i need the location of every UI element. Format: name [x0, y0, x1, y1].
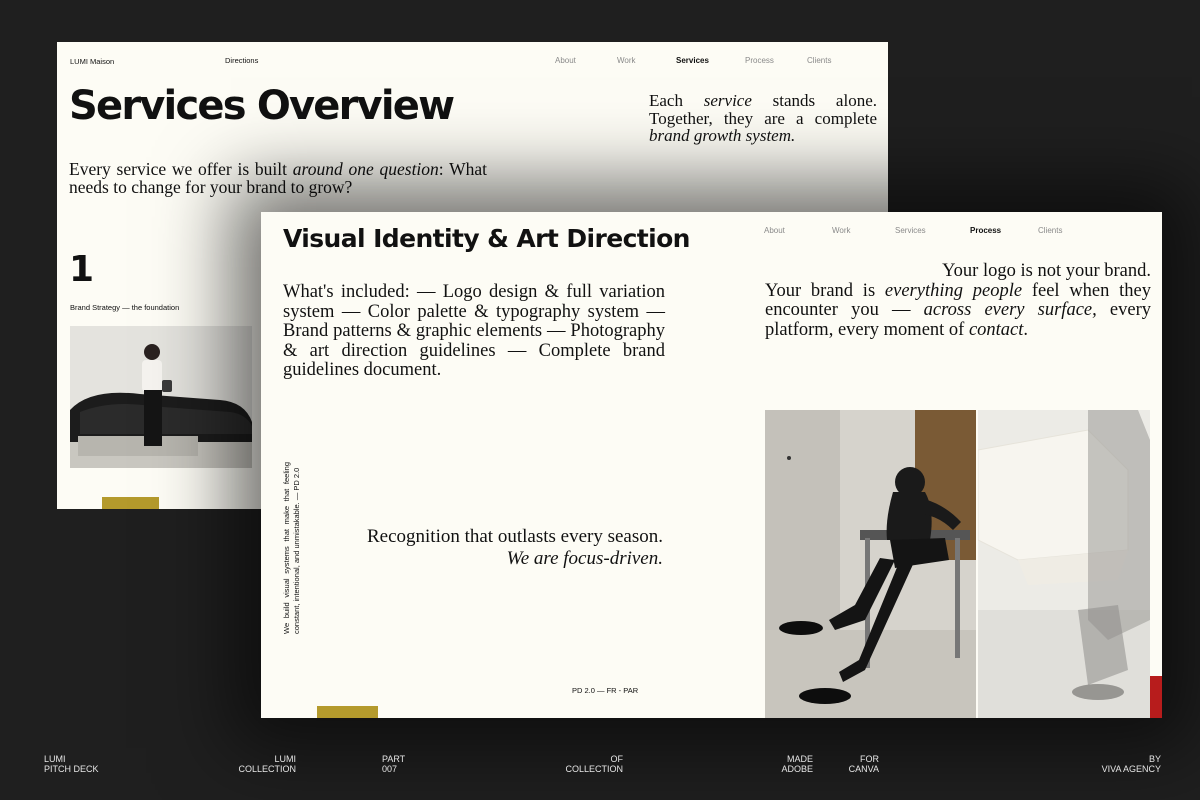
nav-about[interactable]: About [555, 56, 576, 65]
nav-about[interactable]: About [764, 226, 785, 235]
nav-work[interactable]: Work [617, 56, 636, 65]
footer-collection: LUMI COLLECTION [238, 754, 296, 774]
nav-services[interactable]: Services [895, 226, 926, 235]
woman-on-sofa-photo [70, 326, 252, 468]
directions-label: Directions [225, 56, 259, 65]
accent-block [102, 497, 159, 509]
brand-name[interactable]: LUMI Maison [70, 57, 114, 66]
service-number: 1 [69, 249, 95, 290]
brand-quote: Your logo is not your brand. Your brand … [765, 261, 1152, 340]
footer-part: PART 007 [382, 754, 406, 774]
fabric-detail-photo [978, 410, 1150, 718]
whats-included-text: What's included: — Logo design & full va… [283, 282, 665, 380]
services-tagline: Each service stands alone. Together, the… [649, 91, 877, 145]
nav-services[interactable]: Services [676, 56, 709, 65]
footer-made-adobe: MADE ADOBE [781, 754, 813, 774]
slide-footer-code: PD 2.0 — FR - PAR [572, 686, 639, 695]
page-title: Services Overview [69, 83, 455, 129]
accent-block [317, 706, 378, 718]
recognition-statement: Recognition that outlasts every season. … [366, 526, 663, 569]
nav-process[interactable]: Process [970, 226, 1001, 235]
nav-clients[interactable]: Clients [807, 56, 831, 65]
nav-process[interactable]: Process [745, 56, 774, 65]
nav-clients[interactable]: Clients [1038, 226, 1062, 235]
vertical-caption: We build visual systems that make that f… [282, 462, 301, 634]
slide-title: Visual Identity & Art Direction [283, 224, 690, 253]
footer-by-agency: BY VIVA AGENCY [1101, 754, 1161, 774]
slide-visual-identity: Visual Identity & Art Direction About Wo… [261, 212, 1162, 718]
footer-for-canva: FOR CANVA [848, 754, 879, 774]
footer-pitch-deck: LUMI PITCH DECK [44, 754, 99, 774]
nav-work[interactable]: Work [832, 226, 851, 235]
woman-in-chair-photo [765, 410, 976, 718]
red-accent-block [1150, 676, 1162, 718]
footer-of-collection: OF COLLECTION [565, 754, 623, 774]
service-number-label: Brand Strategy — the foundation [70, 303, 180, 312]
services-question: Every service we offer is built around o… [69, 159, 488, 197]
